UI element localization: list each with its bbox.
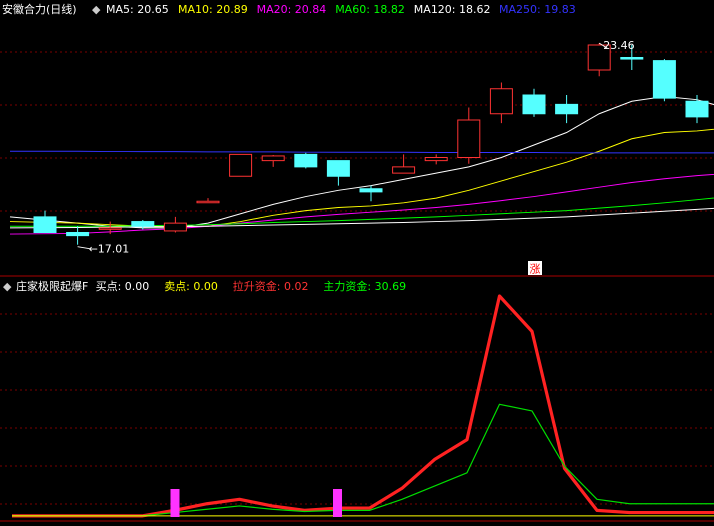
ma-legend-5: MA250: 19.83 [499,3,576,16]
ma-legend-1: MA10: 20.89 [178,3,248,16]
stock-chart: 安徽合力(日线) ◆ MA5: 20.65 MA10: 20.89 MA20: 20… [0,2,714,522]
candle-body [131,221,155,227]
ma-legend-3: MA60: 18.82 [335,3,405,16]
high-price-label: 23.46 [603,39,635,52]
ma-icon: ◆ [92,3,101,16]
candle-body [489,88,513,115]
indicator-series-1 [12,403,714,517]
candle-body [261,155,285,162]
buy-signal-bar [333,489,342,517]
candle-body [392,166,416,174]
candle-body [522,94,546,115]
ma-legend-2: MA20: 20.84 [257,3,327,16]
ma-legend-0: MA5: 20.65 [106,3,169,16]
limit-up-label: 涨 [530,263,541,276]
indicator-panel-header: ◆ 庄家极限起爆F 买点: 0.00 卖点: 0.00 拉升资金: 0.02 主力资金:… [3,279,406,293]
indicator-legend-1: 买点: 0.00 [96,280,150,293]
candle-body [620,57,644,60]
indicator-legend-4: 主力资金: 30.69 [323,279,406,293]
ma-legend-4: MA120: 18.62 [414,3,491,16]
indicator-panel [12,294,714,518]
candle-body [652,60,676,99]
ma-line-0 [9,96,714,229]
low-price-label: ←17.01 [89,243,130,256]
indicator-legend-2: 卖点: 0.00 [164,280,218,293]
candle-body [359,188,383,193]
ma-line-5 [10,150,714,154]
indicator-legend-3: 拉升资金: 0.02 [233,279,309,293]
candle-body [326,160,350,177]
indicator-legend-0: 庄家极限起爆F [16,279,88,293]
buy-signal-bar [170,489,180,517]
candle-body [424,157,448,162]
chart-title: 安徽合力(日线) [2,2,77,16]
candle-body [33,216,57,233]
candle-body [294,153,318,168]
candle-body [685,100,709,118]
candle-body [457,119,481,158]
candle-body [163,222,187,232]
candle-body [196,200,220,204]
ma-line-3 [10,190,714,227]
candle-body [229,153,253,177]
grid-lines [0,51,714,505]
price-panel: 23.46 ←17.01 涨 [9,39,714,276]
price-panel-header: 安徽合力(日线) ◆ MA5: 20.65 MA10: 20.89 MA20: 20… [2,2,576,16]
indicator-series-0 [12,294,714,518]
ma-line-2 [9,166,714,235]
candle-body [555,103,579,115]
candle-body [98,227,122,230]
indicator-icon: ◆ [3,280,12,293]
candle-body [66,232,90,237]
